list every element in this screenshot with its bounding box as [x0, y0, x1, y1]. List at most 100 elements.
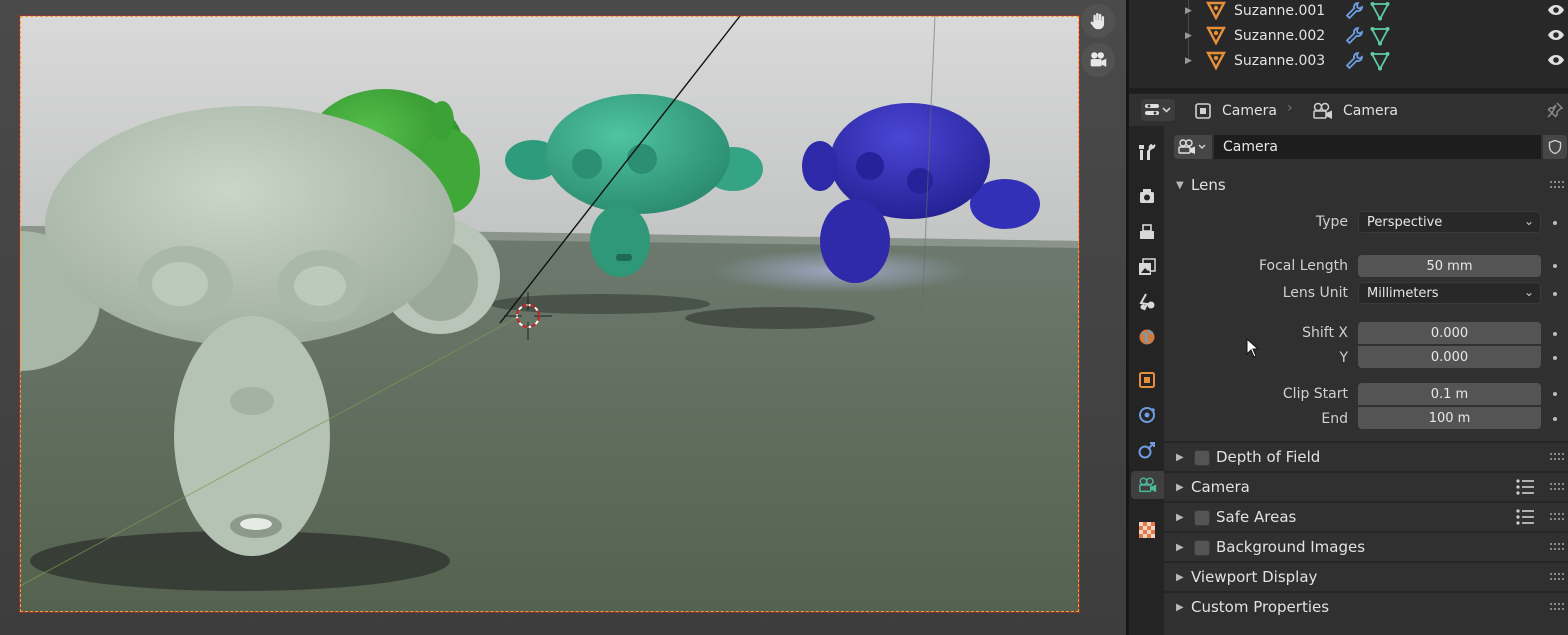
chevron-down-icon: ⌄ — [1523, 285, 1534, 299]
outliner-row[interactable]: ▶ Suzanne.001 — [1129, 0, 1568, 23]
mesh-data-icon[interactable] — [1370, 1, 1390, 21]
tab-scene[interactable] — [1133, 288, 1161, 316]
drag-grip-icon[interactable] — [1550, 573, 1564, 581]
panel-title: Depth of Field — [1216, 448, 1321, 466]
camera-icon — [1090, 52, 1107, 67]
custom-properties-panel-header[interactable]: ▶ Custom Properties — [1164, 593, 1568, 621]
outliner: ▶ Suzanne.001 ▶ Suzanne.002 ▶ Suzanne.00… — [1129, 0, 1568, 88]
mesh-data-icon[interactable] — [1370, 51, 1390, 71]
texture-checker-icon — [1139, 522, 1155, 538]
3d-viewport[interactable] — [0, 0, 1126, 635]
clip-end-label: End — [1321, 411, 1348, 427]
safe-areas-panel-header[interactable]: ▶ Safe Areas — [1164, 503, 1568, 531]
pin-icon[interactable] — [1546, 101, 1564, 119]
focal-length-field[interactable]: 50 mm — [1358, 255, 1541, 277]
outliner-row[interactable]: ▶ Suzanne.002 — [1129, 23, 1568, 48]
datablock-browse-button[interactable] — [1174, 135, 1212, 159]
tab-physics[interactable] — [1133, 401, 1161, 429]
drag-grip-icon[interactable] — [1550, 453, 1564, 461]
chevron-down-icon: ⌄ — [1523, 214, 1534, 228]
world-icon — [1139, 329, 1155, 345]
drag-grip-icon[interactable] — [1550, 603, 1564, 611]
safe-areas-checkbox[interactable] — [1194, 510, 1210, 526]
expand-arrow-icon[interactable]: ▶ — [1185, 6, 1192, 16]
keyframe-dot-icon[interactable] — [1553, 356, 1557, 360]
outliner-row[interactable]: ▶ Suzanne.003 — [1129, 48, 1568, 73]
pan-view-button[interactable] — [1081, 4, 1115, 38]
hand-icon — [1090, 12, 1105, 30]
viewport-display-panel-header[interactable]: ▶ Viewport Display — [1164, 563, 1568, 591]
panel-title: Camera — [1191, 478, 1250, 496]
properties-editor-icon — [1145, 104, 1171, 115]
scene-icon — [1139, 293, 1155, 311]
wrench-icon[interactable] — [1344, 51, 1364, 71]
breadcrumb-camera-data[interactable]: Camera — [1312, 94, 1398, 127]
breadcrumb-object[interactable]: Camera — [1193, 94, 1277, 127]
drag-grip-icon[interactable] — [1550, 543, 1564, 551]
keyframe-dot-icon[interactable] — [1553, 264, 1557, 268]
tab-camera-data[interactable] — [1131, 471, 1164, 499]
keyframe-dot-icon[interactable] — [1553, 292, 1557, 296]
tab-object[interactable] — [1133, 366, 1161, 394]
shift-y-label: Y — [1339, 350, 1348, 366]
wrench-icon[interactable] — [1344, 26, 1364, 46]
object-orange-icon — [1139, 372, 1155, 388]
camera-view — [20, 16, 1079, 612]
tab-constraints[interactable] — [1133, 436, 1161, 464]
presets-list-icon[interactable] — [1516, 509, 1534, 525]
eye-icon[interactable] — [1547, 28, 1565, 42]
properties-panel: Camera ▼ Lens Type Perspective ⌄ Focal L… — [1164, 126, 1568, 635]
expand-arrow-icon: ▶ — [1176, 571, 1184, 583]
depth-of-field-checkbox[interactable] — [1194, 450, 1210, 466]
outliner-item-name[interactable]: Suzanne.002 — [1234, 28, 1325, 44]
eye-icon[interactable] — [1547, 3, 1565, 17]
expand-arrow-icon[interactable]: ▶ — [1185, 31, 1192, 41]
tab-view-layer[interactable] — [1133, 253, 1161, 281]
lens-panel-header[interactable]: ▼ Lens — [1164, 171, 1568, 199]
tab-world[interactable] — [1133, 323, 1161, 351]
shift-x-field[interactable]: 0.000 — [1358, 322, 1541, 344]
depth-of-field-panel-header[interactable]: ▶ Depth of Field — [1164, 443, 1568, 471]
object-icon — [1206, 51, 1226, 70]
drag-grip-icon[interactable] — [1550, 483, 1564, 491]
panel-title: Background Images — [1216, 538, 1366, 556]
camera-panel-header[interactable]: ▶ Camera — [1164, 473, 1568, 501]
datablock-name-field[interactable]: Camera — [1214, 135, 1541, 159]
expand-arrow-icon[interactable]: ▶ — [1185, 56, 1192, 66]
tab-render[interactable] — [1133, 182, 1161, 210]
expand-arrow-icon: ▶ — [1176, 511, 1184, 523]
object-icon — [1206, 26, 1226, 45]
rendered-scene — [20, 16, 1079, 612]
properties-header: Camera › Camera — [1129, 93, 1568, 127]
tab-output[interactable] — [1133, 218, 1161, 246]
lens-unit-label: Lens Unit — [1282, 285, 1348, 301]
keyframe-dot-icon[interactable] — [1553, 221, 1557, 225]
drag-grip-icon[interactable] — [1550, 181, 1564, 189]
background-images-panel-header[interactable]: ▶ Background Images — [1164, 533, 1568, 561]
outliner-item-name[interactable]: Suzanne.003 — [1234, 53, 1325, 69]
mouse-cursor-icon — [1246, 338, 1260, 358]
keyframe-dot-icon[interactable] — [1553, 417, 1557, 421]
tab-tool[interactable] — [1133, 138, 1161, 166]
wrench-icon[interactable] — [1344, 1, 1364, 21]
panel-title: Custom Properties — [1191, 598, 1330, 616]
camera-view-button[interactable] — [1081, 43, 1115, 77]
clip-start-field[interactable]: 0.1 m — [1358, 383, 1541, 405]
background-images-checkbox[interactable] — [1194, 540, 1210, 556]
eye-icon[interactable] — [1547, 53, 1565, 67]
expand-arrow-icon: ▶ — [1176, 481, 1184, 493]
fake-user-button[interactable] — [1543, 135, 1567, 159]
lens-type-dropdown[interactable]: Perspective ⌄ — [1358, 211, 1541, 233]
object-icon — [1206, 1, 1226, 20]
tab-texture[interactable] — [1133, 516, 1161, 544]
keyframe-dot-icon[interactable] — [1553, 392, 1557, 396]
keyframe-dot-icon[interactable] — [1553, 332, 1557, 336]
lens-unit-dropdown[interactable]: Millimeters ⌄ — [1358, 282, 1541, 304]
shift-y-field[interactable]: 0.000 — [1358, 346, 1541, 368]
outliner-item-name[interactable]: Suzanne.001 — [1234, 3, 1325, 19]
editor-type-button[interactable] — [1141, 99, 1175, 121]
clip-end-field[interactable]: 100 m — [1358, 407, 1541, 429]
presets-list-icon[interactable] — [1516, 479, 1534, 495]
mesh-data-icon[interactable] — [1370, 26, 1390, 46]
drag-grip-icon[interactable] — [1550, 513, 1564, 521]
